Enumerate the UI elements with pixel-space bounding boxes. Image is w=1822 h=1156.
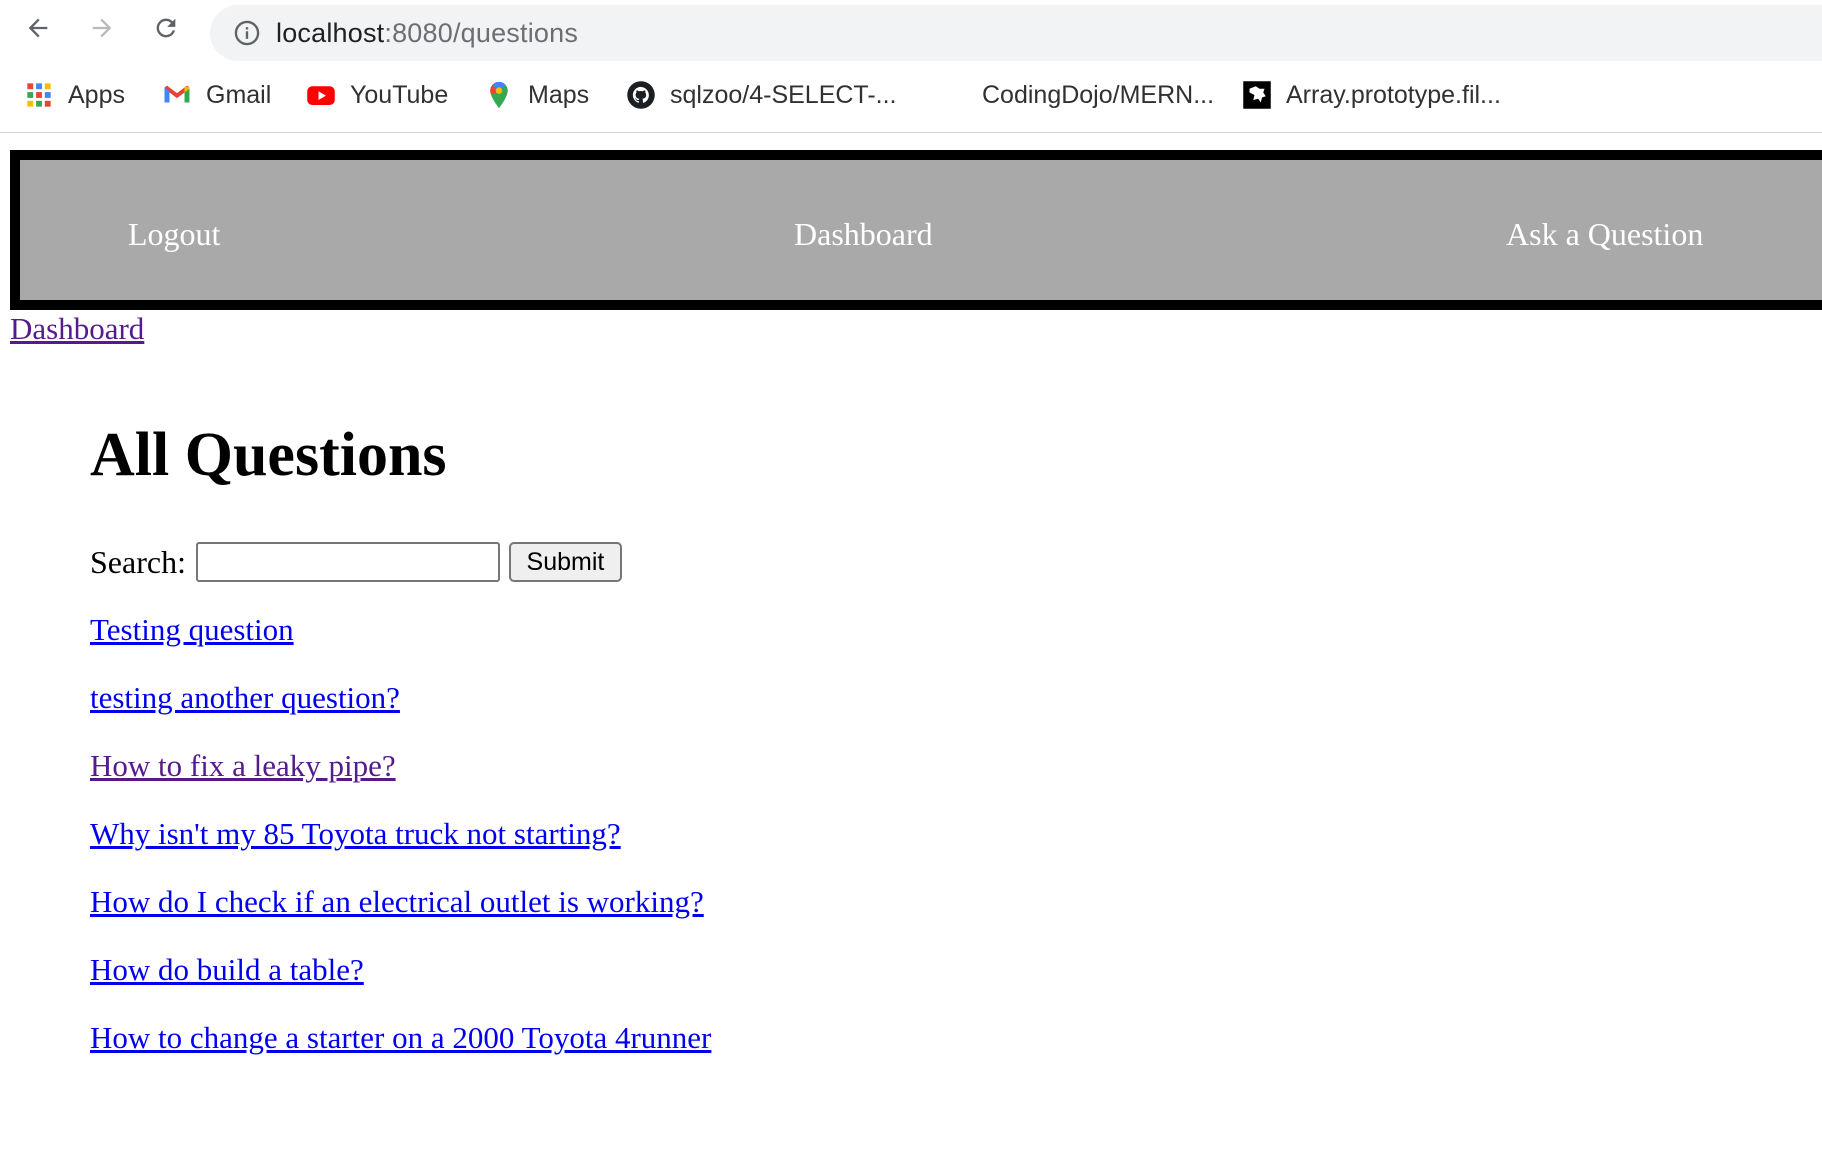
question-link[interactable]: testing another question? — [90, 680, 400, 715]
browser-toolbar: localhost:8080/questions — [0, 0, 1822, 61]
list-item: Why isn't my 85 Toyota truck not startin… — [90, 816, 711, 884]
nav-dashboard-link[interactable]: Dashboard — [794, 216, 933, 253]
url-host: localhost — [276, 17, 385, 48]
bookmark-label: Apps — [68, 80, 125, 109]
search-form: Search: Submit — [90, 540, 622, 584]
site-navbar: Logout Dashboard Ask a Question — [10, 150, 1822, 310]
question-link[interactable]: How do build a table? — [90, 952, 364, 987]
nav-logout-link[interactable]: Logout — [128, 216, 220, 253]
mdn-icon — [1242, 80, 1272, 110]
chrome-divider — [0, 132, 1822, 133]
bookmark-label: Maps — [528, 80, 590, 109]
url-text: localhost:8080/questions — [276, 18, 578, 49]
question-link[interactable]: How to change a starter on a 2000 Toyota… — [90, 1020, 711, 1055]
bookmark-youtube[interactable]: YouTube — [306, 72, 448, 118]
list-item: How do build a table? — [90, 952, 711, 1020]
bookmark-label: YouTube — [350, 80, 449, 109]
list-item: Testing question — [90, 612, 711, 680]
back-icon[interactable] — [22, 12, 54, 44]
gmail-icon — [162, 80, 192, 110]
question-link[interactable]: How to fix a leaky pipe? — [90, 748, 396, 783]
github-icon — [626, 80, 656, 110]
site-info-icon[interactable] — [232, 18, 262, 48]
list-item: How to fix a leaky pipe? — [90, 748, 711, 816]
dashboard-link[interactable]: Dashboard — [10, 311, 144, 347]
bookmark-label: sqlzoo/4-SELECT-... — [670, 80, 897, 109]
submit-button[interactable]: Submit — [508, 542, 622, 582]
bookmark-apps[interactable]: Apps — [24, 72, 125, 118]
bookmarks-bar: Apps Gmail YouTube Maps sqlzoo/4-SELECT-… — [0, 72, 1822, 122]
reload-icon[interactable] — [150, 12, 182, 44]
address-bar[interactable]: localhost:8080/questions — [210, 5, 1822, 61]
nav-ask-question-link[interactable]: Ask a Question — [1506, 216, 1703, 253]
question-link[interactable]: Why isn't my 85 Toyota truck not startin… — [90, 816, 621, 851]
forward-icon[interactable] — [86, 12, 118, 44]
maps-pin-icon — [484, 80, 514, 110]
bookmark-maps[interactable]: Maps — [484, 72, 589, 118]
search-input[interactable] — [195, 542, 500, 582]
search-label: Search: — [90, 543, 186, 580]
bookmark-gmail[interactable]: Gmail — [162, 72, 271, 118]
question-link[interactable]: Testing question — [90, 612, 294, 647]
url-path: :8080/questions — [384, 17, 579, 48]
bookmark-label: Gmail — [206, 80, 272, 109]
list-item: testing another question? — [90, 680, 711, 748]
bookmark-sqlzoo[interactable]: sqlzoo/4-SELECT-... — [626, 72, 896, 118]
bookmark-label: Array.prototype.fil... — [1286, 80, 1501, 109]
question-link[interactable]: How do I check if an electrical outlet i… — [90, 884, 704, 919]
list-item: How do I check if an electrical outlet i… — [90, 884, 711, 952]
youtube-icon — [306, 80, 336, 110]
page-title: All Questions — [90, 421, 447, 489]
bookmark-codingdojo[interactable]: CodingDojo/MERN... — [982, 72, 1214, 118]
list-item: How to change a starter on a 2000 Toyota… — [90, 1020, 711, 1088]
bookmark-array-filter[interactable]: Array.prototype.fil... — [1242, 72, 1501, 118]
apps-grid-icon — [24, 80, 54, 110]
bookmark-label: CodingDojo/MERN... — [982, 80, 1215, 109]
question-list: Testing question testing another questio… — [90, 612, 711, 1088]
